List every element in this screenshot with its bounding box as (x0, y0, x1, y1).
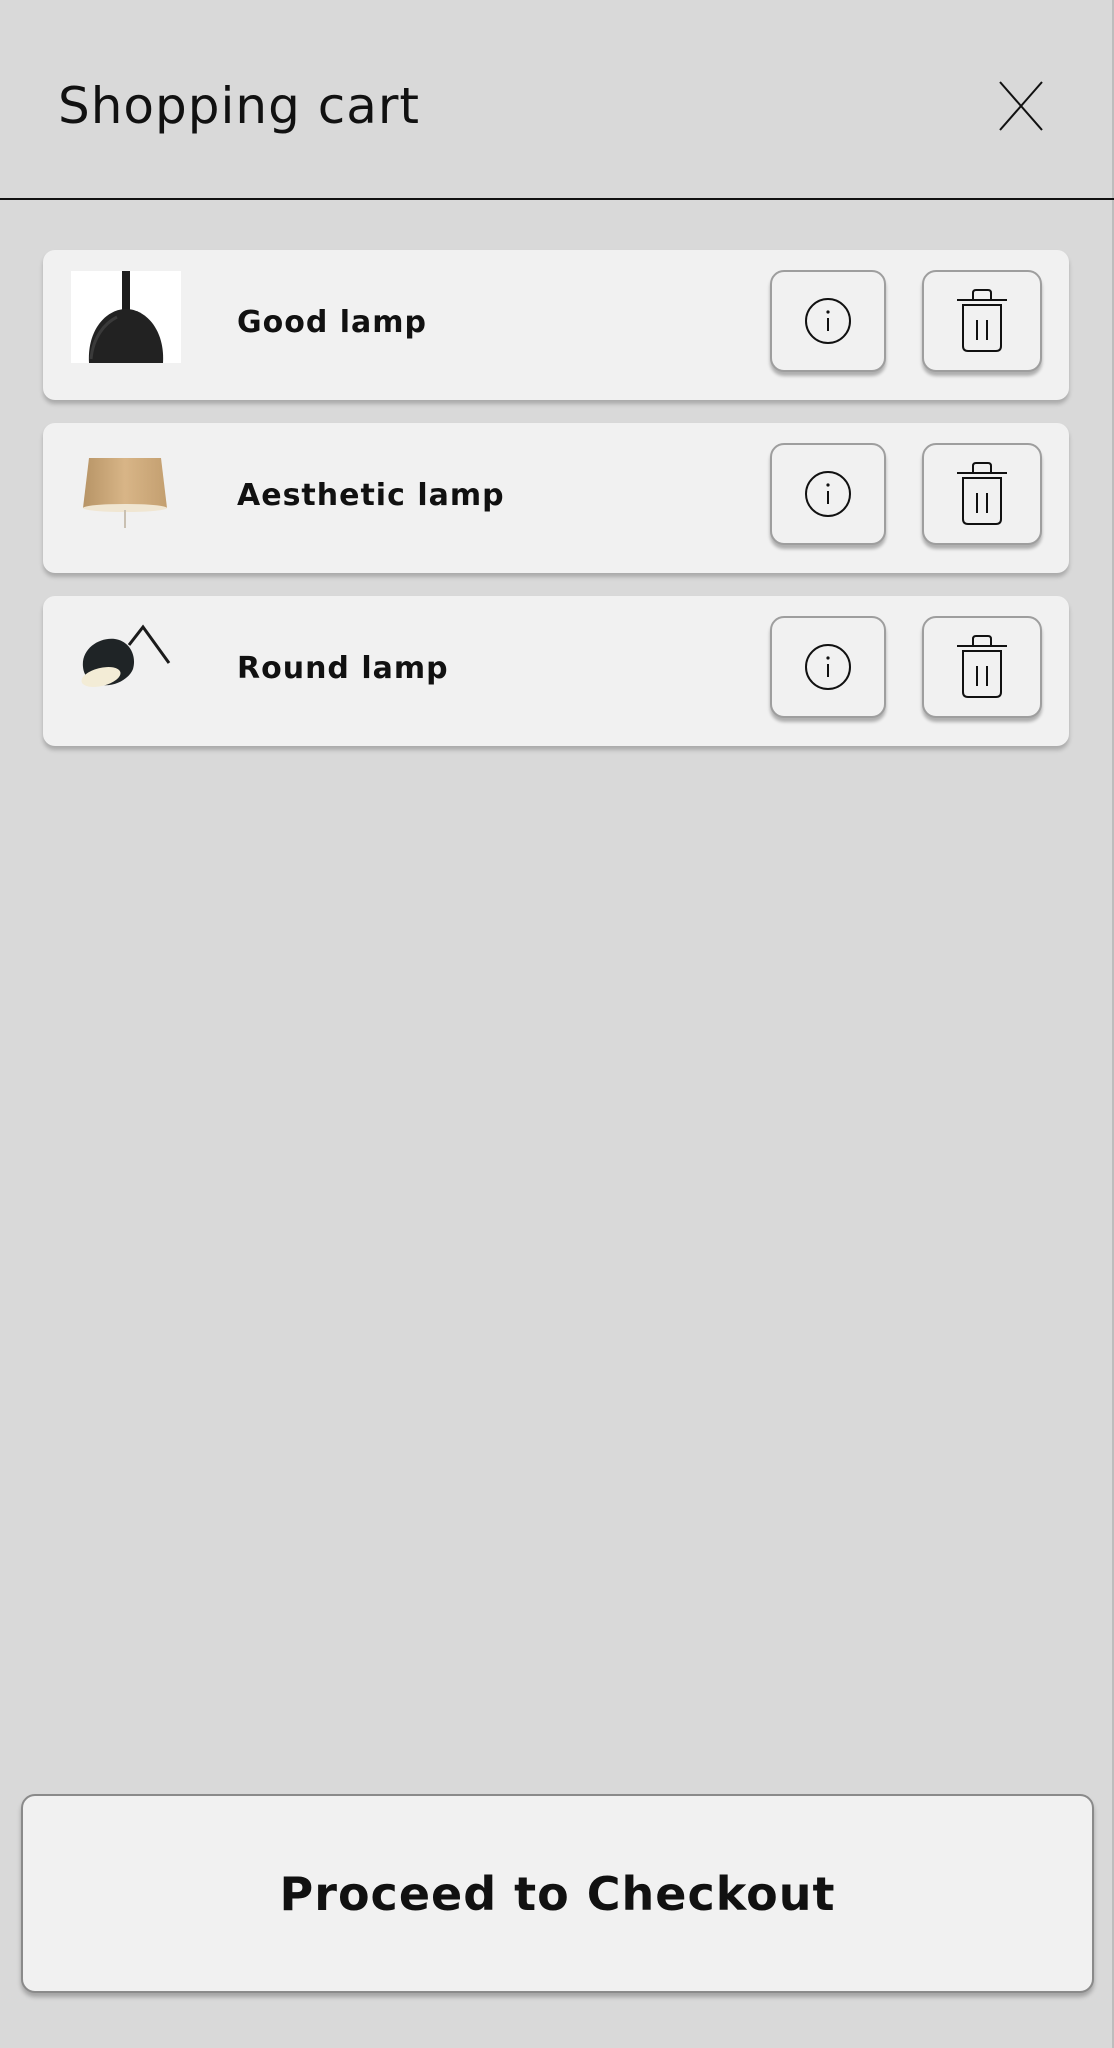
close-button[interactable] (992, 76, 1052, 136)
delete-button[interactable] (922, 616, 1042, 718)
info-button[interactable] (770, 270, 886, 372)
info-icon (805, 644, 851, 690)
item-name: Good lamp (237, 305, 428, 340)
cart-item: Round lamp (43, 596, 1069, 746)
round-lamp-image (71, 617, 181, 709)
checkout-label: Proceed to Checkout (279, 1866, 836, 1921)
info-button[interactable] (770, 443, 886, 545)
cart-item: Good lamp (43, 250, 1069, 400)
delete-button[interactable] (922, 270, 1042, 372)
proceed-to-checkout-button[interactable]: Proceed to Checkout (21, 1794, 1094, 1993)
delete-button[interactable] (922, 443, 1042, 545)
trash-icon (957, 635, 1007, 698)
cart-header: Shopping cart (0, 0, 1114, 200)
info-icon (805, 471, 851, 517)
trash-icon (957, 462, 1007, 525)
item-name: Aesthetic lamp (237, 478, 505, 513)
trash-icon (957, 289, 1007, 352)
pendant-lamp-image (71, 271, 181, 363)
cart-item-list: Good lamp Aesthetic lamp Round lamp (43, 250, 1069, 769)
item-name: Round lamp (237, 651, 449, 686)
info-icon (805, 298, 851, 344)
close-icon (999, 81, 1043, 131)
shade-lamp-image (71, 444, 181, 536)
info-button[interactable] (770, 616, 886, 718)
cart-item: Aesthetic lamp (43, 423, 1069, 573)
page-title: Shopping cart (58, 77, 420, 135)
shopping-cart-panel: Shopping cart Good lamp Aesthetic lamp R… (0, 0, 1114, 2048)
